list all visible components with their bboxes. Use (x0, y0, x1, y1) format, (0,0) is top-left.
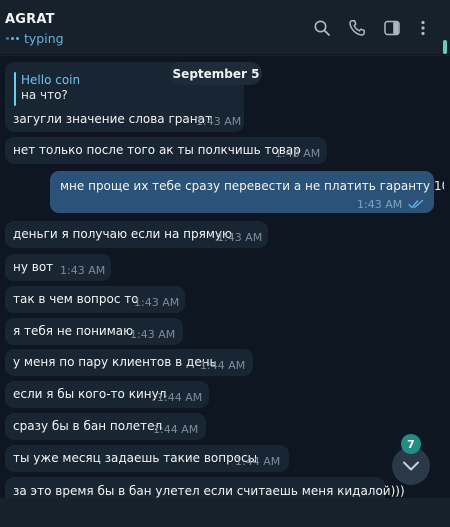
message-list[interactable]: Hello coin на что? загугли значение слов… (0, 56, 444, 498)
message-bubble[interactable]: за это время бы в бан улетел если считае… (5, 477, 405, 498)
message-bubble[interactable]: у меня по пару клиентов в день 1:44 AM (5, 349, 253, 376)
chat-header: AGRAT typing (0, 0, 450, 55)
message-bubble[interactable]: я тебя не понимаю 1:43 AM (5, 318, 183, 345)
header-accent-mark (443, 40, 447, 54)
reply-sender[interactable]: Hello coin (21, 73, 80, 88)
message-bubble[interactable]: сразу бы в бан полетел 1:44 AM (5, 413, 206, 440)
phone-icon[interactable] (348, 19, 366, 37)
reply-preview: на что? (21, 88, 68, 102)
message-bubble[interactable]: так в чем вопрос то 1:43 AM (5, 286, 185, 313)
message-time: 1:43 AM (196, 115, 242, 128)
message-bubble[interactable]: ну вот 1:43 AM (5, 254, 111, 281)
chat-title[interactable]: AGRAT (5, 12, 55, 27)
message-time: 1:43 AM (130, 328, 176, 341)
composer-area-edge (0, 498, 450, 527)
message-time: 1:43 AM (357, 198, 403, 211)
message-time: 1:44 AM (153, 423, 199, 436)
message-bubble-outgoing[interactable]: мне проще их тебе сразу перевести а не п… (50, 171, 444, 213)
message-bubble[interactable]: если я бы кого-то кинул 1:44 AM (5, 381, 209, 408)
message-text: ты уже месяц задаешь такие вопросы (13, 451, 258, 465)
message-text: ну вот (13, 260, 54, 274)
typing-status: typing (6, 31, 64, 46)
message-bubble[interactable]: нет только после того ак ты полкчишь тов… (5, 137, 327, 164)
date-separator: September 5 (170, 62, 262, 85)
message-text: деньги я получаю если на прямую (13, 227, 233, 241)
message-text: так в чем вопрос то (13, 292, 139, 306)
message-time: 1:43 AM (60, 264, 106, 277)
message-text: мне проще их тебе сразу перевести а не п… (60, 179, 444, 193)
message-time: 1:44 AM (200, 359, 246, 372)
message-time: 1:44 AM (235, 455, 281, 468)
message-bubble[interactable]: ты уже месяц задаешь такие вопросы 1:44 … (5, 445, 289, 472)
message-text: за это время бы в бан улетел если считае… (13, 484, 405, 498)
sidebar-toggle-icon[interactable] (383, 19, 401, 37)
message-text: я тебя не понимаю (13, 324, 134, 338)
typing-status-label: typing (24, 31, 64, 46)
message-text: нет только после того ак ты полкчишь тов… (13, 143, 301, 157)
message-text: загугли значение слова гранат (13, 112, 212, 126)
message-time: 1:43 AM (217, 231, 263, 244)
more-vertical-icon[interactable] (414, 19, 432, 37)
message-bubble[interactable]: деньги я получаю если на прямую 1:43 AM (5, 221, 268, 248)
search-icon[interactable] (313, 19, 331, 37)
message-time: 1:43 AM (134, 296, 180, 309)
reply-quote-bar (14, 72, 16, 106)
message-text: у меня по пару клиентов в день (13, 355, 217, 369)
message-time: 1:44 AM (157, 391, 203, 404)
double-check-icon (408, 199, 424, 209)
typing-dots-icon (6, 37, 19, 40)
unread-count-badge: 7 (401, 434, 421, 454)
message-text: сразу бы в бан полетел (13, 419, 163, 433)
message-text: если я бы кого-то кинул (13, 387, 167, 401)
message-time: 1:43 AM (275, 147, 321, 160)
chevron-down-icon (403, 461, 419, 471)
scrollbar[interactable] (444, 56, 450, 498)
